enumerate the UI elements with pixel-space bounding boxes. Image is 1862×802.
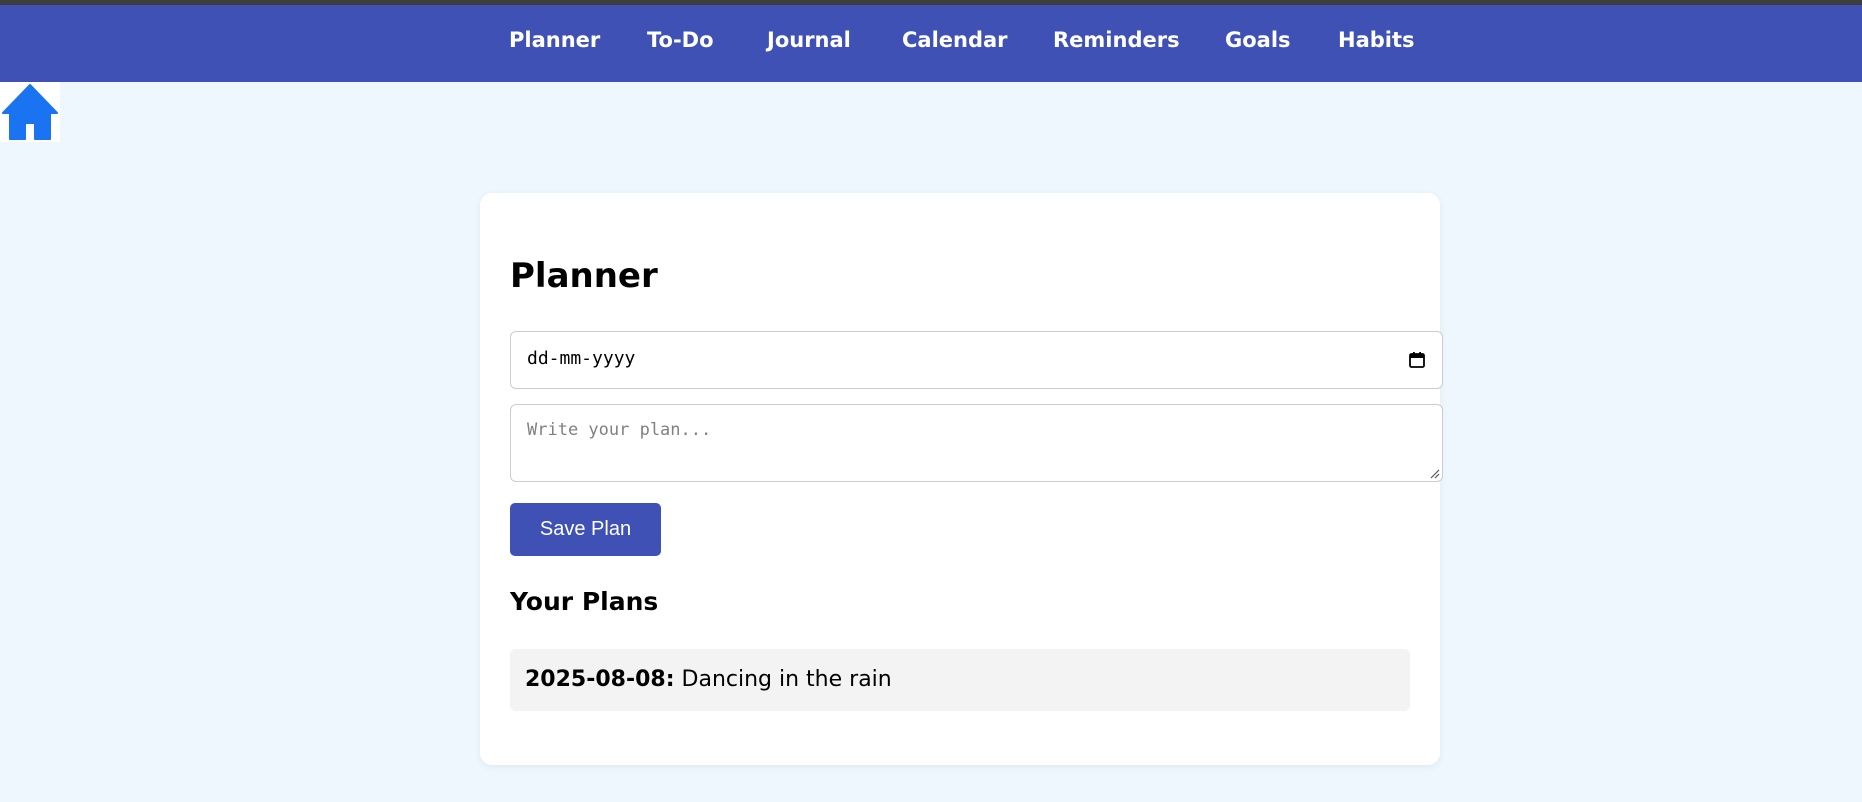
home-icon [2,84,58,140]
date-input-value: dd-mm-yyyy [527,348,636,369]
date-input[interactable]: dd-mm-yyyy [510,331,1443,389]
save-plan-button[interactable]: Save Plan [510,503,661,556]
plan-item-date: 2025-08-08: [525,667,675,692]
resize-handle-icon[interactable] [1430,469,1440,479]
your-plans-heading: Your Plans [510,587,659,616]
plan-textarea[interactable]: Write your plan... [510,404,1443,482]
home-button[interactable] [0,82,60,142]
plan-list-item: 2025-08-08: Dancing in the rain [510,649,1410,711]
nav-link-todo[interactable]: To-Do [647,30,714,51]
page-title: Planner [510,256,658,296]
nav-link-habits[interactable]: Habits [1338,30,1415,51]
nav-link-calendar[interactable]: Calendar [902,30,1008,51]
nav-link-goals[interactable]: Goals [1225,30,1291,51]
plan-item-text: Dancing in the rain [681,667,892,692]
nav-link-journal[interactable]: Journal [767,30,851,51]
nav-link-planner[interactable]: Planner [509,30,600,51]
plan-textarea-placeholder: Write your plan... [527,420,712,440]
main-navbar: Planner To-Do Journal Calendar Reminders… [0,5,1862,82]
nav-link-reminders[interactable]: Reminders [1053,30,1180,51]
plan-item-content: 2025-08-08: Dancing in the rain [525,669,892,691]
calendar-icon[interactable] [1408,351,1426,369]
planner-card: Planner dd-mm-yyyy Write your plan... Sa… [480,193,1443,765]
